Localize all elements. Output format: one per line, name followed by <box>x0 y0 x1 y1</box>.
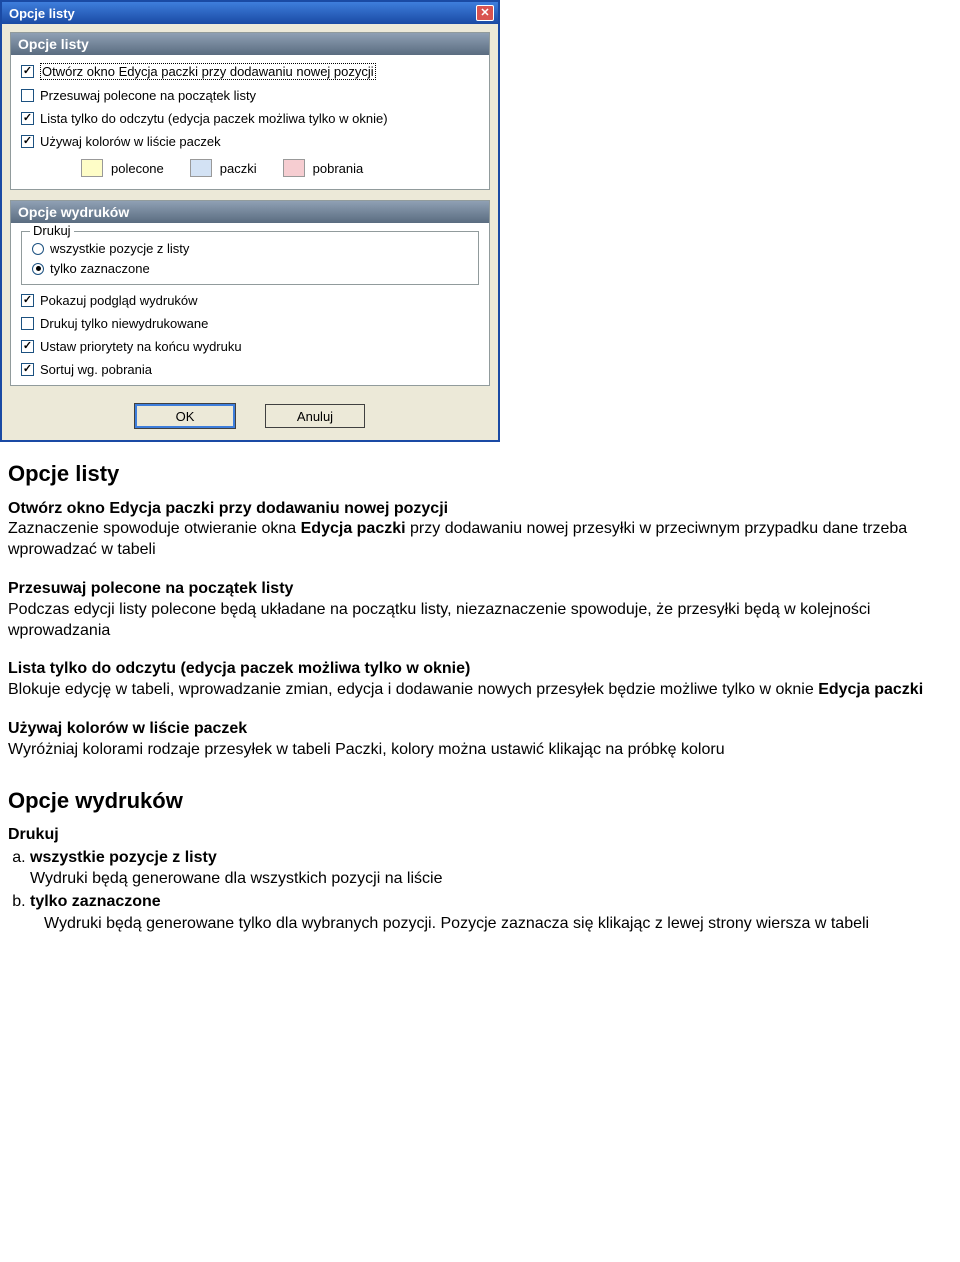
ok-button[interactable]: OK <box>135 404 235 428</box>
doc-subheading: Otwórz okno Edycja paczki przy dodawaniu… <box>8 499 952 520</box>
fieldset-legend-drukuj: Drukuj <box>30 223 74 238</box>
checkbox-icon[interactable] <box>21 89 34 102</box>
panel-header-opcje-listy: Opcje listy <box>11 33 489 55</box>
radio-selected-only[interactable]: tylko zaznaczone <box>32 261 468 276</box>
check-open-edit-window[interactable]: Otwórz okno Edycja paczki przy dodawaniu… <box>21 63 479 80</box>
panel-opcje-wydrukow: Opcje wydruków Drukuj wszystkie pozycje … <box>10 200 490 386</box>
check-label: Sortuj wg. pobrania <box>40 362 152 377</box>
doc-list-body: Wydruki będą generowane dla wszystkich p… <box>30 869 952 890</box>
checkbox-icon[interactable] <box>21 112 34 125</box>
radio-all-positions[interactable]: wszystkie pozycje z listy <box>32 241 468 256</box>
doc-paragraph: Zaznaczenie spowoduje otwieranie okna Ed… <box>8 519 952 561</box>
check-label: Używaj kolorów w liście paczek <box>40 134 221 149</box>
swatch-paczki[interactable] <box>190 159 212 177</box>
doc-block: Używaj kolorów w liście paczek Wyróżniaj… <box>8 719 952 761</box>
checkbox-icon[interactable] <box>21 65 34 78</box>
radio-label: tylko zaznaczone <box>50 261 150 276</box>
doc-subheading: Lista tylko do odczytu (edycja paczek mo… <box>8 659 952 680</box>
checkbox-icon[interactable] <box>21 294 34 307</box>
panel-opcje-listy: Opcje listy Otwórz okno Edycja paczki pr… <box>10 32 490 190</box>
check-label: Przesuwaj polecone na początek listy <box>40 88 256 103</box>
doc-subheading: Przesuwaj polecone na początek listy <box>8 579 952 600</box>
legend-label-pobrania: pobrania <box>313 161 364 176</box>
radio-icon[interactable] <box>32 263 44 275</box>
doc-list-item: wszystkie pozycje z listy Wydruki będą g… <box>30 848 952 890</box>
check-print-unprinted-only[interactable]: Drukuj tylko niewydrukowane <box>21 316 479 331</box>
checkbox-icon[interactable] <box>21 135 34 148</box>
check-label: Lista tylko do odczytu (edycja paczek mo… <box>40 111 388 126</box>
check-sort-by-cod[interactable]: Sortuj wg. pobrania <box>21 362 479 377</box>
titlebar: Opcje listy ✕ <box>2 2 498 24</box>
doc-heading-opcje-listy: Opcje listy <box>8 460 952 489</box>
radio-label: wszystkie pozycje z listy <box>50 241 189 256</box>
check-priorities-at-end[interactable]: Ustaw priorytety na końcu wydruku <box>21 339 479 354</box>
doc-block: Lista tylko do odczytu (edycja paczek mo… <box>8 659 952 701</box>
check-label: Otwórz okno Edycja paczki przy dodawaniu… <box>40 63 376 80</box>
check-label: Ustaw priorytety na końcu wydruku <box>40 339 242 354</box>
doc-heading-opcje-wydrukow: Opcje wydruków <box>8 787 952 816</box>
panel-header-opcje-wydrukow: Opcje wydruków <box>11 201 489 223</box>
checkbox-icon[interactable] <box>21 363 34 376</box>
check-move-registered-top[interactable]: Przesuwaj polecone na początek listy <box>21 88 479 103</box>
doc-list-title: wszystkie pozycje z listy <box>30 849 217 866</box>
swatch-pobrania[interactable] <box>283 159 305 177</box>
doc-block: Otwórz okno Edycja paczki przy dodawaniu… <box>8 499 952 561</box>
dialog-title: Opcje listy <box>9 6 75 21</box>
check-label: Drukuj tylko niewydrukowane <box>40 316 208 331</box>
check-readonly-list[interactable]: Lista tylko do odczytu (edycja paczek mo… <box>21 111 479 126</box>
dialog-body: Opcje listy Otwórz okno Edycja paczki pr… <box>2 24 498 440</box>
color-legend: polecone paczki pobrania <box>81 159 479 177</box>
doc-list-title: tylko zaznaczone <box>30 893 161 910</box>
doc-list-body: Wydruki będą generowane tylko dla wybran… <box>44 914 952 935</box>
cancel-button[interactable]: Anuluj <box>265 404 365 428</box>
fieldset-drukuj: Drukuj wszystkie pozycje z listy tylko z… <box>21 231 479 285</box>
doc-list-item: tylko zaznaczone <box>30 892 952 913</box>
legend-label-polecone: polecone <box>111 161 164 176</box>
checkbox-icon[interactable] <box>21 317 34 330</box>
close-icon[interactable]: ✕ <box>476 5 494 21</box>
radio-icon[interactable] <box>32 243 44 255</box>
dialog-buttons: OK Anuluj <box>10 396 490 432</box>
check-use-colors[interactable]: Używaj kolorów w liście paczek <box>21 134 479 149</box>
check-label: Pokazuj podgląd wydruków <box>40 293 198 308</box>
swatch-polecone[interactable] <box>81 159 103 177</box>
doc-section: Opcje listy Otwórz okno Edycja paczki pr… <box>0 442 960 943</box>
doc-subheading-drukuj: Drukuj <box>8 825 952 846</box>
check-show-preview[interactable]: Pokazuj podgląd wydruków <box>21 293 479 308</box>
doc-ordered-list: wszystkie pozycje z listy Wydruki będą g… <box>8 848 952 912</box>
doc-block: Przesuwaj polecone na początek listy Pod… <box>8 579 952 641</box>
legend-label-paczki: paczki <box>220 161 257 176</box>
doc-paragraph: Wyróżniaj kolorami rodzaje przesyłek w t… <box>8 740 952 761</box>
doc-paragraph: Blokuje edycję w tabeli, wprowadzanie zm… <box>8 680 952 701</box>
doc-subheading: Używaj kolorów w liście paczek <box>8 719 952 740</box>
checkbox-icon[interactable] <box>21 340 34 353</box>
options-dialog: Opcje listy ✕ Opcje listy Otwórz okno Ed… <box>0 0 500 442</box>
doc-paragraph: Podczas edycji listy polecone będą układ… <box>8 600 952 642</box>
